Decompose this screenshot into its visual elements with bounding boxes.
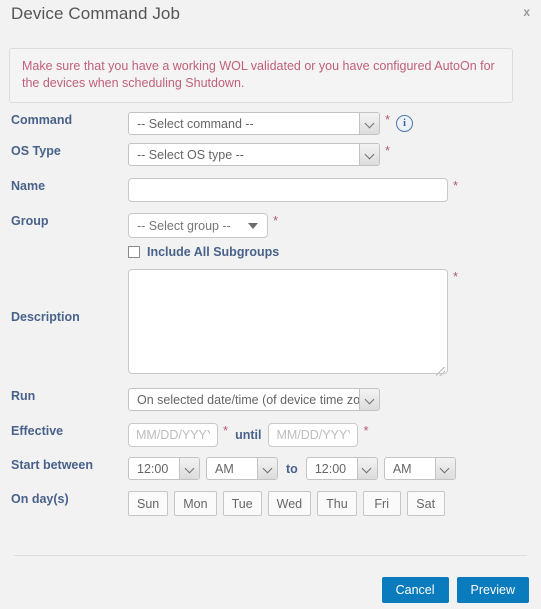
command-select[interactable]: -- Select command --: [128, 112, 380, 135]
group-select-value: -- Select group --: [137, 218, 231, 233]
row-include-all-subgroups: Include All Subgroups: [0, 245, 541, 269]
name-input[interactable]: [128, 178, 448, 202]
chevron-down-icon: [356, 458, 377, 479]
day-button[interactable]: Fri: [362, 491, 401, 516]
start-to-meridiem-value: AM: [392, 461, 412, 476]
command-select-value: -- Select command --: [137, 116, 254, 131]
day-button[interactable]: Sat: [406, 491, 445, 516]
run-select[interactable]: On selected date/time (of device time zo: [128, 388, 380, 411]
label-command: Command: [11, 113, 73, 127]
label-description: Description: [11, 310, 80, 324]
info-icon[interactable]: i: [396, 115, 414, 132]
caret-down-icon: [248, 222, 258, 229]
dialog-footer: Cancel Preview: [381, 577, 529, 603]
effective-to-input[interactable]: [268, 423, 359, 447]
row-run: Run On selected date/time (of device tim…: [0, 388, 541, 423]
row-group: Group -- Select group -- *: [0, 213, 541, 245]
row-start-between: Start between 12:00 AM to 12:00 AM: [0, 457, 541, 491]
device-command-job-form: Command -- Select command -- * i OS Type…: [0, 112, 541, 525]
on-days-buttons: Sun Mon Tue Wed Thu Fri Sat: [128, 491, 541, 516]
chevron-down-icon: [257, 458, 277, 479]
description-textarea[interactable]: [128, 269, 448, 374]
row-command: Command -- Select command -- * i: [0, 112, 541, 143]
chevron-down-icon: [179, 458, 199, 479]
include-all-subgroups-control[interactable]: Include All Subgroups: [128, 245, 279, 259]
preview-button[interactable]: Preview: [456, 577, 529, 603]
label-on-days: On day(s): [11, 492, 69, 506]
start-from-meridiem-select[interactable]: AM: [206, 457, 278, 480]
description-required-marker: *: [453, 269, 459, 284]
start-from-time-select[interactable]: 12:00: [128, 457, 200, 480]
command-required-marker: *: [385, 112, 391, 127]
row-description: Description *: [0, 269, 541, 388]
row-os-type: OS Type -- Select OS type -- *: [0, 143, 541, 178]
group-select[interactable]: -- Select group --: [128, 213, 268, 238]
dialog-header: Device Command Job x: [0, 0, 541, 36]
close-icon[interactable]: x: [523, 5, 530, 19]
start-to-time-select[interactable]: 12:00: [305, 457, 378, 480]
effective-from-required-marker: *: [223, 423, 229, 438]
group-required-marker: *: [273, 213, 279, 228]
row-on-days: On day(s) Sun Mon Tue Wed Thu Fri Sat: [0, 491, 541, 525]
description-wrapper: [128, 269, 448, 379]
label-effective: Effective: [11, 424, 64, 438]
start-from-meridiem-value: AM: [215, 461, 234, 476]
row-name: Name *: [0, 178, 541, 213]
effective-to-required-marker: *: [363, 423, 369, 438]
label-name: Name: [11, 179, 46, 193]
start-to-time-value: 12:00: [314, 461, 347, 476]
chevron-down-icon: [359, 389, 379, 410]
include-all-subgroups-checkbox[interactable]: [128, 246, 140, 258]
until-label: until: [235, 428, 262, 442]
label-group: Group: [11, 214, 49, 228]
chevron-down-icon: [359, 144, 379, 165]
os-type-select-value: -- Select OS type --: [137, 147, 244, 162]
label-start-between: Start between: [11, 458, 93, 472]
dialog-title: Device Command Job: [11, 4, 181, 23]
os-type-required-marker: *: [385, 143, 391, 158]
label-run: Run: [11, 389, 36, 403]
effective-from-input[interactable]: [128, 423, 218, 447]
include-all-subgroups-label: Include All Subgroups: [147, 245, 280, 259]
day-button[interactable]: Mon: [174, 491, 217, 516]
chevron-down-icon: [359, 113, 379, 134]
label-os-type: OS Type: [11, 144, 61, 158]
start-to-meridiem-select[interactable]: AM: [383, 457, 456, 480]
row-effective: Effective * until *: [0, 423, 541, 457]
start-from-time-value: 12:00: [137, 461, 169, 476]
warning-banner: Make sure that you have a working WOL va…: [9, 48, 513, 103]
footer-divider: [14, 555, 527, 556]
os-type-select[interactable]: -- Select OS type --: [128, 143, 380, 166]
to-label: to: [286, 461, 298, 476]
day-button[interactable]: Wed: [267, 491, 312, 516]
name-required-marker: *: [453, 178, 459, 193]
day-button[interactable]: Tue: [222, 491, 262, 516]
cancel-button[interactable]: Cancel: [381, 577, 449, 603]
chevron-down-icon: [434, 458, 455, 479]
day-button[interactable]: Thu: [317, 491, 357, 516]
run-select-value: On selected date/time (of device time zo: [137, 392, 359, 407]
day-button[interactable]: Sun: [128, 491, 169, 516]
